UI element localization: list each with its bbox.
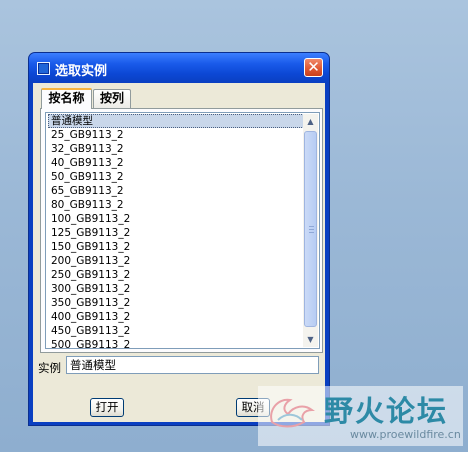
list-item[interactable]: 250_GB9113_2 [48, 268, 304, 282]
window-title: 选取实例 [55, 64, 108, 79]
list-item[interactable]: 普通模型 [48, 114, 304, 128]
scroll-down-arrow-icon[interactable]: ▼ [303, 332, 318, 347]
tab-by-column[interactable]: 按列 [93, 89, 131, 108]
instance-label: 实例 [38, 361, 61, 375]
tab-by-name[interactable]: 按名称 [41, 88, 92, 109]
scroll-thumb[interactable] [304, 131, 317, 327]
list-item[interactable]: 300_GB9113_2 [48, 282, 304, 296]
watermark: 野火论坛 www.proewildfire.cn [258, 386, 463, 446]
select-instance-dialog: 选取实例 ✕ 按名称 按列 普通模型 25_GB9113_2 32_GB9113_2… [29, 53, 329, 425]
flame-logo-icon [270, 398, 316, 428]
list-item[interactable]: 25_GB9113_2 [48, 128, 304, 142]
list-item[interactable]: 32_GB9113_2 [48, 142, 304, 156]
dialog-body: 按名称 按列 普通模型 25_GB9113_2 32_GB9113_2 40_GB91… [33, 83, 325, 422]
list-item[interactable]: 65_GB9113_2 [48, 184, 304, 198]
scroll-up-arrow-icon[interactable]: ▲ [303, 114, 318, 129]
watermark-title: 野火论坛 [324, 394, 449, 428]
scroll-grip-icon [309, 226, 314, 234]
window-icon [37, 62, 50, 75]
list-scrollbar[interactable]: ▲ ▼ [303, 114, 318, 347]
list-item[interactable]: 40_GB9113_2 [48, 156, 304, 170]
list-item[interactable]: 80_GB9113_2 [48, 198, 304, 212]
close-button[interactable]: ✕ [304, 58, 323, 77]
open-button[interactable]: 打开 [90, 398, 124, 417]
watermark-url: www.proewildfire.cn [350, 428, 461, 441]
list-item[interactable]: 150_GB9113_2 [48, 240, 304, 254]
instance-list[interactable]: 普通模型 25_GB9113_2 32_GB9113_2 40_GB9113_2 50_… [45, 112, 320, 349]
title-bar[interactable]: 选取实例 ✕ [29, 53, 329, 83]
instance-list-items: 普通模型 25_GB9113_2 32_GB9113_2 40_GB9113_2 50_… [48, 114, 304, 348]
list-item[interactable]: 400_GB9113_2 [48, 310, 304, 324]
list-item[interactable]: 350_GB9113_2 [48, 296, 304, 310]
tab-panel: 普通模型 25_GB9113_2 32_GB9113_2 40_GB9113_2 50_… [40, 108, 323, 353]
instance-input[interactable] [66, 356, 319, 374]
list-item[interactable]: 125_GB9113_2 [48, 226, 304, 240]
list-item[interactable]: 50_GB9113_2 [48, 170, 304, 184]
list-item[interactable]: 450_GB9113_2 [48, 324, 304, 338]
list-item[interactable]: 100_GB9113_2 [48, 212, 304, 226]
list-item[interactable]: 500_GB9113_2 [48, 338, 304, 348]
list-item[interactable]: 200_GB9113_2 [48, 254, 304, 268]
